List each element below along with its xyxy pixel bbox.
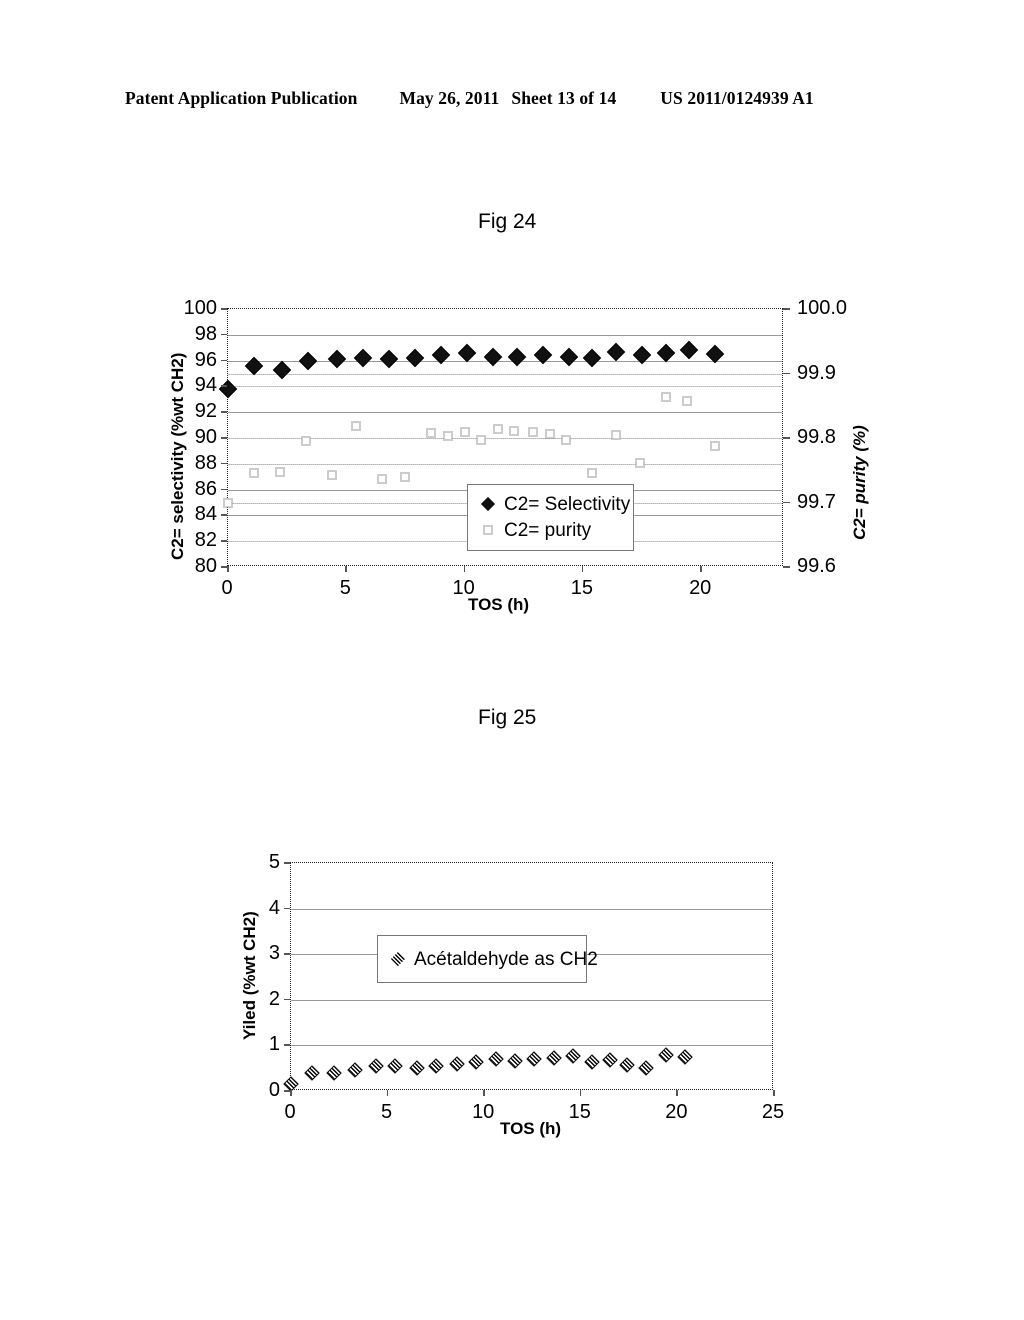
legend-item-selectivity: C2= Selectivity <box>480 491 630 517</box>
legend-fig25: Acétaldehyde as CH2 <box>377 935 598 983</box>
data-point-0-11 <box>507 1053 523 1070</box>
x-tick-mark-5 <box>386 1090 389 1096</box>
legend-label-purity: C2= purity <box>504 519 592 541</box>
data-point-0-3 <box>346 1062 363 1078</box>
x-tick-mark-15 <box>579 1090 582 1096</box>
x-tick-mark-0 <box>290 1090 292 1096</box>
data-point-0-17 <box>619 1056 635 1073</box>
gridline-y-2 <box>291 999 772 1001</box>
filled-diamond-icon <box>480 496 496 512</box>
x-tick-label-10: 10 <box>472 1101 495 1123</box>
data-point-0-16 <box>601 1052 618 1068</box>
gridline-y-1 <box>291 1045 772 1047</box>
legend-label-selectivity: C2= Selectivity <box>504 493 631 515</box>
x-tick-label-20: 20 <box>665 1101 688 1123</box>
y-axis-title-fig25: Yiled (%wt CH2) <box>240 911 259 1040</box>
y-tick-mark-3 <box>284 953 290 955</box>
y-tick-mark-4 <box>284 907 290 910</box>
x-tick-label-0: 0 <box>284 1101 296 1123</box>
data-point-0-18 <box>638 1060 655 1076</box>
data-point-0-7 <box>428 1058 444 1075</box>
data-point-0-2 <box>325 1064 342 1081</box>
data-point-0-14 <box>565 1048 581 1064</box>
x-tick-mark-25 <box>773 1090 775 1096</box>
x-tick-label-25: 25 <box>761 1101 785 1123</box>
y-tick-label-5: 5 <box>268 851 280 873</box>
y-tick-mark-2 <box>284 998 290 1001</box>
legend-label-acetaldehyde: Acétaldehyde as CH2 <box>414 948 598 970</box>
x-tick-label-15: 15 <box>568 1101 591 1123</box>
y-tick-label-4: 4 <box>268 896 280 919</box>
y-tick-mark-1 <box>284 1044 290 1046</box>
data-point-0-5 <box>387 1058 404 1074</box>
y-tick-label-2: 2 <box>268 987 280 1010</box>
data-point-0-1 <box>304 1064 321 1081</box>
x-tick-mark-20 <box>676 1090 678 1096</box>
data-point-0-19 <box>658 1047 674 1064</box>
data-point-0-12 <box>526 1051 543 1067</box>
y-tick-label-3: 3 <box>268 942 280 965</box>
data-point-0-10 <box>488 1051 504 1067</box>
open-square-icon <box>480 522 496 538</box>
data-point-0-9 <box>468 1054 485 1070</box>
data-point-0-20 <box>677 1049 693 1066</box>
x-axis-title-fig25: TOS (h) <box>500 1119 562 1138</box>
y-tick-mark-5 <box>284 862 290 864</box>
data-point-0-6 <box>408 1059 425 1076</box>
hatched-diamond-icon <box>390 951 406 967</box>
data-point-0-4 <box>368 1058 384 1075</box>
chart-fig25: Yiled (%wt CH2) TOS (h) Acétaldehyde as … <box>0 0 1024 1320</box>
data-point-0-15 <box>584 1054 601 1070</box>
data-point-0-8 <box>449 1055 465 1072</box>
legend-item-acetaldehyde: Acétaldehyde as CH2 <box>390 946 598 972</box>
legend-fig24: C2= Selectivity C2= purity <box>467 484 634 551</box>
legend-item-purity: C2= purity <box>480 517 621 543</box>
gridline-y-4 <box>291 908 772 910</box>
data-point-0-13 <box>545 1049 562 1066</box>
x-tick-mark-10 <box>483 1090 485 1096</box>
y-tick-label-0: 0 <box>268 1079 280 1101</box>
x-tick-label-5: 5 <box>381 1101 393 1123</box>
y-tick-label-1: 1 <box>268 1033 280 1056</box>
